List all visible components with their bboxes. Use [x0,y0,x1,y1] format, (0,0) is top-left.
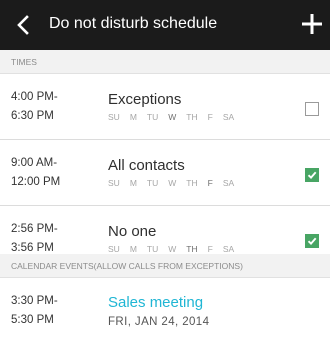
page-title: Do not disturb schedule [49,15,218,32]
schedule-title: All contacts [108,157,185,174]
weekday-label: TU [146,112,159,122]
weekday-label: SU [108,244,120,254]
schedule-title: No one [108,223,157,240]
weekday-label: F [207,244,213,254]
weekday-label: W [168,112,177,122]
weekday-label: F [207,112,213,122]
weekday-label: TU [146,178,159,188]
weekday-label: SU [108,178,120,188]
weekday-label: M [129,112,137,122]
schedule-checkbox[interactable] [305,102,319,116]
weekday-label: F [207,178,213,188]
times-section-label: TIMES [11,57,37,67]
weekday-label: W [168,244,177,254]
start-time: 2:56 PM- [11,223,58,235]
calendar-event-row[interactable]: 3:30 PM- 5:30 PM Sales meeting FRI, JAN … [0,278,330,344]
weekday-label: SU [108,112,120,122]
checkmark-icon [307,171,317,179]
calendar-section-header: CALENDAR EVENTS(ALLOW CALLS FROM EXCEPTI… [0,254,330,278]
end-time: 3:56 PM [11,242,54,254]
back-button[interactable] [12,13,36,37]
weekday-list: SU M TU W TH F SA [108,244,244,254]
weekday-list: SU M TU W TH F SA [108,178,244,188]
schedule-checkbox[interactable] [305,234,319,248]
calendar-section-label: CALENDAR EVENTS(ALLOW CALLS FROM EXCEPTI… [11,261,243,271]
times-section-header: TIMES [0,50,330,74]
weekday-label: TH [186,178,198,188]
plus-icon [302,14,322,34]
weekday-label: M [129,244,137,254]
schedule-checkbox[interactable] [305,168,319,182]
add-schedule-button[interactable] [299,11,325,37]
weekday-label: SA [222,178,235,188]
schedule-row-all-contacts[interactable]: 9:00 AM- 12:00 PM All contacts SU M TU W TH F… [0,140,330,206]
weekday-label: SA [222,112,235,122]
start-time: 9:00 AM- [11,157,58,169]
schedule-title: Exceptions [108,91,182,108]
weekday-label: TH [186,244,198,254]
schedule-row-exceptions[interactable]: 4:00 PM- 6:30 PM Exceptions SU M TU W TH F SA [0,74,330,140]
event-end-time: 5:30 PM [11,314,54,326]
back-arrow-icon [17,15,29,35]
event-start-time: 3:30 PM- [11,295,58,307]
end-time: 6:30 PM [11,110,54,122]
weekday-list: SU M TU W TH F SA [108,112,244,122]
start-time: 4:00 PM- [11,91,58,103]
event-date: FRI, JAN 24, 2014 [108,316,210,328]
weekday-label: TH [186,112,198,122]
end-time: 12:00 PM [11,176,61,188]
checkmark-icon [307,237,317,245]
weekday-label: SA [222,244,235,254]
event-title: Sales meeting [108,294,204,311]
weekday-label: M [129,178,137,188]
app-bar: Do not disturb schedule [0,0,330,50]
weekday-label: TU [146,244,159,254]
weekday-label: W [168,178,177,188]
